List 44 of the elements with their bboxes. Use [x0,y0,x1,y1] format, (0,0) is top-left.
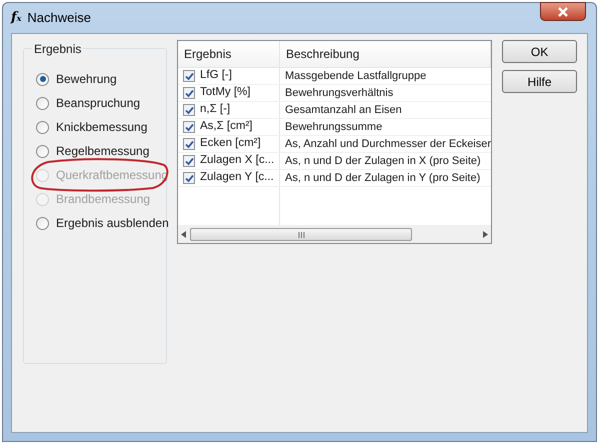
scroll-left-icon[interactable] [181,231,187,238]
radio-label: Ergebnis ausblenden [56,215,169,232]
table-cell-text: Massgebende Lastfallgruppe [284,68,428,84]
radio-label: Beanspruchung [56,95,140,112]
table-cell-text: As, n und D der Zulagen in Y (pro Seite) [284,170,482,186]
dialog-button[interactable]: OK [502,40,578,63]
column-header[interactable]: Beschreibung [280,41,492,67]
radio-button[interactable] [36,72,49,86]
radio-label: Knickbemessung [56,119,148,136]
checkbox[interactable] [183,87,195,99]
table-cell-text: Gesamtanzahl an Eisen [284,102,403,118]
close-icon [558,6,568,16]
close-button[interactable] [540,2,586,21]
radio-button[interactable] [36,120,49,134]
radio-label: Regelbemessung [56,143,150,160]
dialog-button[interactable]: Hilfe [502,70,578,93]
table-cell-text: Zulagen Y [c... [200,170,274,186]
checkbox[interactable] [183,138,195,150]
radio-label: Brandbemessung [56,191,150,208]
table-cell-text: Bewehrungssumme [284,120,384,135]
radio-button[interactable] [36,96,49,110]
scroll-right-icon[interactable] [482,231,488,238]
table-cell-text: As,Σ [cm²] [200,119,252,134]
grip-icon [298,232,304,238]
table-cell-text: TotMy [%] [200,85,250,100]
radio-button[interactable] [36,216,49,230]
checkbox[interactable] [183,172,195,184]
table-cell-text: n,Σ [-] [200,102,230,118]
table-cell-text: As, n und D der Zulagen in X (pro Seite) [284,154,482,169]
checkbox[interactable] [183,155,195,167]
checkbox[interactable] [183,70,195,82]
checkbox[interactable] [183,121,195,133]
table-cell-text: LfG [-] [200,68,232,84]
radio-button[interactable] [36,144,49,158]
table-cell-text: Ecken [cm²] [200,136,261,152]
table-cell-text: Bewehrungsverhältnis [284,86,394,101]
function-icon: fx [11,8,22,28]
checkbox[interactable] [183,104,195,116]
table-cell-text: As, Anzahl und Durchmesser der Eckeiser [284,136,492,152]
window-title: Nachweise [27,9,91,28]
column-header[interactable]: Ergebnis [178,41,280,67]
horizontal-scrollbar[interactable] [178,226,492,243]
table-cell-text: Zulagen X [c... [200,153,274,168]
radio-label: Bewehrung [56,71,117,88]
